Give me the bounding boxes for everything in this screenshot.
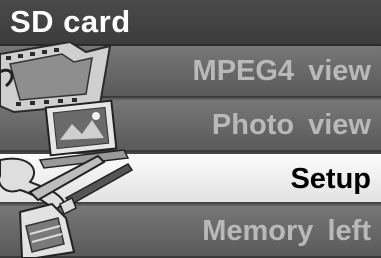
menu-item-setup[interactable]: Setup bbox=[0, 152, 381, 204]
menu-item-memory-left[interactable]: Memory left bbox=[0, 206, 381, 258]
menu-item-label: Setup bbox=[290, 163, 371, 195]
sd-card-menu-screen: SD card MPEG4 view Photo view Setup Memo… bbox=[0, 0, 381, 258]
title-bar: SD card bbox=[0, 0, 381, 46]
menu-item-mpeg4-view[interactable]: MPEG4 view bbox=[0, 46, 381, 98]
menu-item-photo-view[interactable]: Photo view bbox=[0, 100, 381, 152]
menu-item-label: Memory left bbox=[202, 215, 371, 247]
menu-item-label: MPEG4 view bbox=[192, 55, 371, 87]
page-title: SD card bbox=[10, 4, 131, 39]
menu-item-label: Photo view bbox=[211, 109, 371, 141]
